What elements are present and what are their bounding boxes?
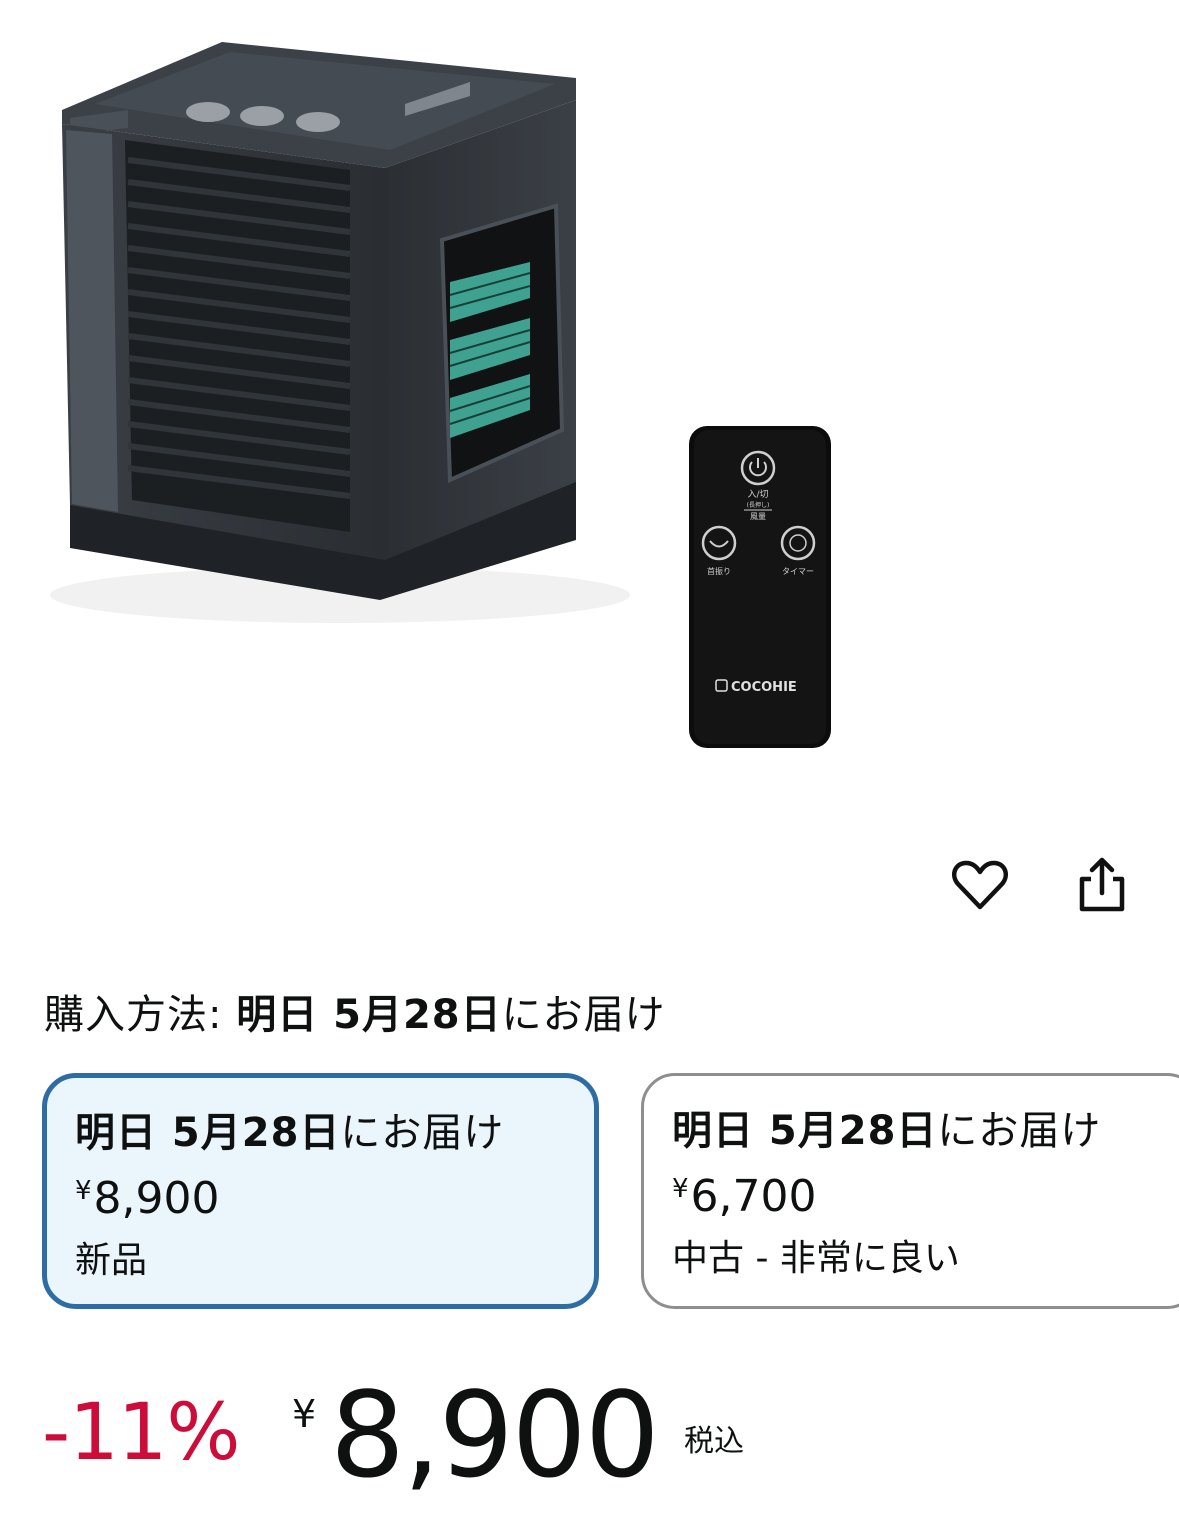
purchase-delivery-suffix: にお届け <box>501 992 666 1038</box>
offer-condition: 新品 <box>75 1240 148 1281</box>
remote-wind-label: 風量 <box>750 512 766 521</box>
purchase-method: 購入方法: 明日 5月28日にお届け <box>44 982 666 1040</box>
share-button[interactable] <box>1062 845 1142 925</box>
offer-delivery-date: 明日 5月28日 <box>75 1110 341 1156</box>
offer-currency: ¥ <box>75 1176 92 1206</box>
air-cooler-unit <box>50 42 630 623</box>
remote-swing-label: 首振り <box>707 566 731 576</box>
remote-power-label: 入/切 <box>747 489 768 500</box>
offer-card-used[interactable]: 明日 5月28日にお届け ¥6,700 中古 - 非常に良い <box>641 1073 1179 1309</box>
offer-price: ¥6,700 <box>672 1158 1179 1228</box>
offer-delivery: 明日 5月28日にお届け <box>75 1106 594 1160</box>
tax-included-label: 税込 <box>684 1424 744 1459</box>
offer-delivery-suffix: にお届け <box>937 1108 1102 1154</box>
wishlist-button[interactable] <box>940 845 1020 925</box>
price-amount: 8,900 <box>330 1366 660 1504</box>
remote-timer-label: タイマー <box>782 567 814 576</box>
share-upload-icon <box>1079 857 1125 912</box>
offer-price: ¥8,900 <box>75 1160 594 1230</box>
price-currency: ¥ <box>292 1392 317 1436</box>
offer-delivery-date: 明日 5月28日 <box>672 1108 938 1154</box>
offer-currency: ¥ <box>672 1174 689 1204</box>
heart-outline-icon <box>952 860 1008 910</box>
remote-control: 入/切 (長押し) 風量 首振り タイマー COCOHIE <box>689 426 831 748</box>
product-image: 入/切 (長押し) 風量 首振り タイマー COCOHIE <box>50 42 831 748</box>
offer-price-value: 6,700 <box>690 1171 817 1222</box>
offer-condition: 中古 - 非常に良い <box>672 1238 960 1279</box>
offer-price-value: 8,900 <box>93 1173 220 1224</box>
discount-percentage: -11% <box>42 1388 241 1478</box>
offer-delivery-suffix: にお届け <box>340 1110 505 1156</box>
remote-power-sub-label: (長押し) <box>747 501 770 509</box>
purchase-method-label: 購入方法: <box>44 992 237 1038</box>
remote-brand-logo: COCOHIE <box>731 680 797 695</box>
offer-delivery: 明日 5月28日にお届け <box>672 1104 1179 1158</box>
offer-card-new[interactable]: 明日 5月28日にお届け ¥8,900 新品 <box>42 1073 599 1309</box>
purchase-delivery-date: 明日 5月28日 <box>236 992 502 1038</box>
